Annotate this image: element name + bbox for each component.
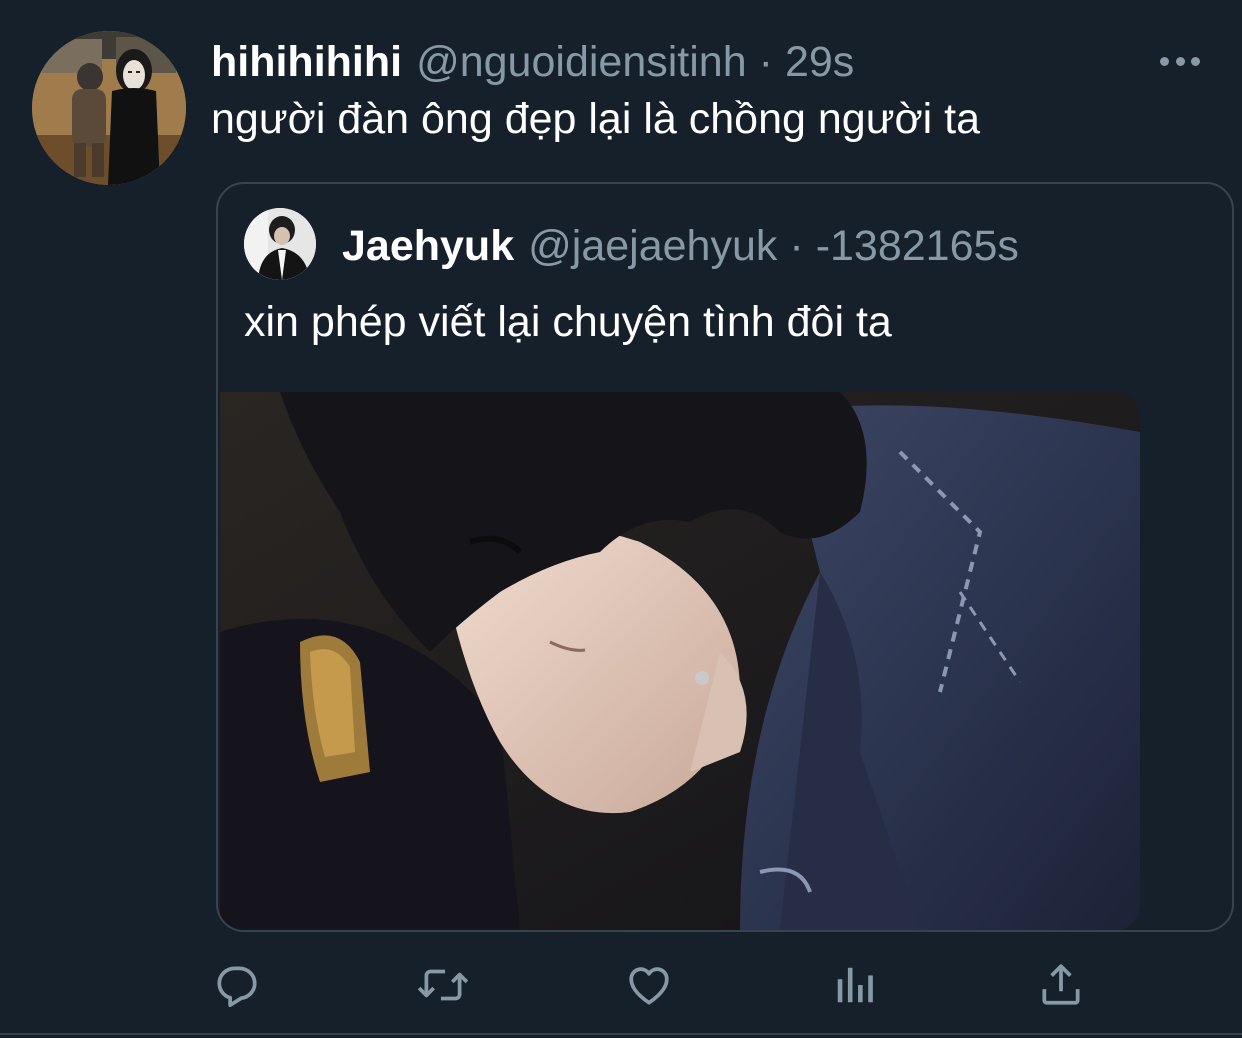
display-name[interactable]: hihihihihi bbox=[211, 36, 402, 88]
analytics-icon bbox=[837, 967, 873, 1003]
separator-dot: · bbox=[789, 222, 804, 270]
quoted-display-name[interactable]: Jaehyuk bbox=[342, 220, 514, 272]
tweet-actions bbox=[0, 955, 1242, 1019]
retweet-button[interactable] bbox=[413, 955, 473, 1015]
quoted-avatar[interactable] bbox=[244, 208, 316, 280]
quoted-media-photo[interactable] bbox=[220, 392, 1140, 930]
tweet-header: hihihihihi @nguoidiensitinh · 29s bbox=[211, 36, 854, 88]
more-options-icon[interactable] bbox=[1160, 50, 1200, 72]
avatar[interactable] bbox=[32, 31, 186, 185]
more-dot bbox=[1175, 56, 1185, 66]
quoted-header: Jaehyuk @jaejaehyuk · -1382165s bbox=[342, 220, 1019, 272]
quoted-user-handle[interactable]: @jaejaehyuk bbox=[528, 220, 777, 272]
retweet-icon bbox=[417, 969, 469, 1001]
share-button[interactable] bbox=[1031, 955, 1091, 1015]
more-dot bbox=[1160, 56, 1169, 66]
quoted-text: xin phép viết lại chuyện tình đôi ta bbox=[244, 298, 892, 346]
quoted-tweet-card[interactable]: Jaehyuk @jaejaehyuk · -1382165s xin phép… bbox=[216, 182, 1234, 932]
timestamp[interactable]: 29s bbox=[785, 36, 854, 88]
separator-dot: · bbox=[758, 38, 773, 86]
tweet[interactable]: hihihihihi @nguoidiensitinh · 29s người … bbox=[0, 0, 1242, 1038]
share-icon bbox=[1042, 964, 1080, 1005]
like-icon bbox=[629, 967, 669, 1005]
more-dot bbox=[1191, 56, 1200, 66]
like-button[interactable] bbox=[619, 955, 679, 1015]
quoted-timestamp[interactable]: -1382165s bbox=[816, 220, 1019, 272]
tweet-text: người đàn ông đẹp lại là chồng người ta bbox=[211, 95, 981, 143]
analytics-button[interactable] bbox=[825, 955, 885, 1015]
user-handle[interactable]: @nguoidiensitinh bbox=[416, 36, 747, 88]
divider bbox=[0, 1033, 1242, 1035]
reply-icon bbox=[217, 966, 257, 1008]
reply-button[interactable] bbox=[207, 955, 267, 1015]
